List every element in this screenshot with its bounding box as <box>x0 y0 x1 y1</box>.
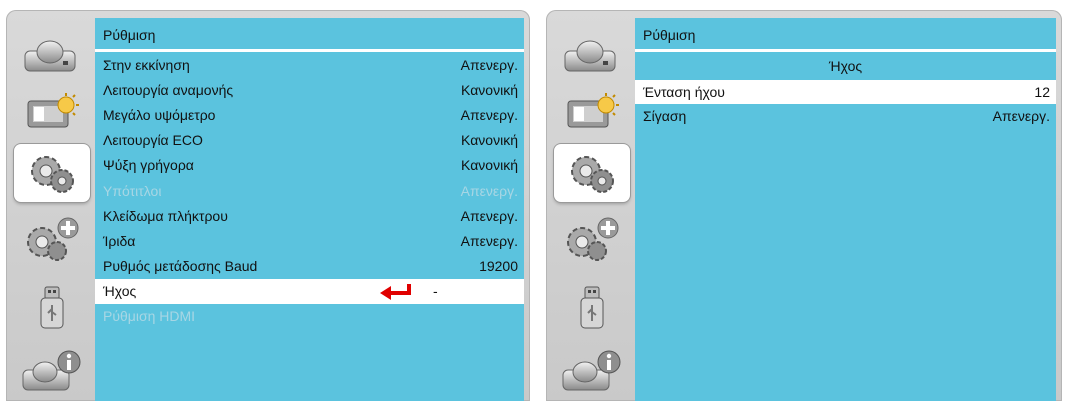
tab-usb[interactable] <box>14 280 90 336</box>
gears-icon <box>571 156 614 193</box>
category-sidebar <box>6 10 94 401</box>
row-label: Λειτουργία αναμονής <box>103 81 234 98</box>
display-settings-icon <box>567 93 619 128</box>
tab-info[interactable] <box>14 346 90 396</box>
row-label: Ρυθμός μετάδοσης Baud <box>103 258 258 275</box>
gears-plus-icon <box>567 217 619 261</box>
menu-row-subtitles: Υπότιτλοι Απενεργ. <box>95 178 524 203</box>
category-sidebar <box>546 10 634 401</box>
row-value: 19200 <box>479 258 518 275</box>
tab-setup[interactable] <box>14 144 90 202</box>
gears-plus-icon <box>27 217 79 261</box>
menu-row-eco-mode[interactable]: Λειτουργία ECO Κανονική <box>95 128 524 153</box>
tab-display[interactable] <box>554 87 630 137</box>
menu-title: Ρύθμιση <box>95 18 524 52</box>
menu-row-key-lock[interactable]: Κλείδωμα πλήκτρου Απενεργ. <box>95 203 524 228</box>
tab-picture[interactable] <box>554 30 630 80</box>
menu-row-fast-cooling[interactable]: Ψύξη γρήγορα Κανονική <box>95 153 524 178</box>
menu-row-iris[interactable]: Ίριδα Απενεργ. <box>95 228 524 253</box>
row-value: - <box>433 283 438 300</box>
sound-menu-list: Ρύθμιση Ήχος Ένταση ήχου 12 Σίγαση Απενε… <box>635 18 1056 401</box>
sound-submenu-panel: Ρύθμιση Ήχος Ένταση ήχου 12 Σίγαση Απενε… <box>546 10 1062 401</box>
setup-menu-list: Ρύθμιση Στην εκκίνηση Απενεργ. Λειτουργί… <box>95 18 524 401</box>
menu-row-standby-mode[interactable]: Λειτουργία αναμονής Κανονική <box>95 77 524 102</box>
row-value: Απενεργ. <box>460 207 518 224</box>
info-icon <box>562 350 621 391</box>
tab-usb[interactable] <box>554 280 630 336</box>
row-label: Κλείδωμα πλήκτρου <box>103 207 228 224</box>
row-label: Ρύθμιση HDMI <box>103 308 196 325</box>
tab-advanced-setup[interactable] <box>14 210 90 270</box>
tab-advanced-setup[interactable] <box>554 210 630 270</box>
row-value: Απενεργ. <box>460 56 518 73</box>
row-value: Απενεργ. <box>460 106 518 123</box>
camera-icon <box>24 40 76 72</box>
row-value: Κανονική <box>461 81 518 98</box>
tab-picture[interactable] <box>14 30 90 80</box>
display-settings-icon <box>27 93 79 128</box>
tab-info[interactable] <box>554 346 630 396</box>
tab-setup[interactable] <box>554 144 630 202</box>
menu-row-high-altitude[interactable]: Μεγάλο υψόμετρο Απενεργ. <box>95 102 524 127</box>
row-label: Σίγαση <box>643 108 687 124</box>
row-label: Ήχος <box>103 283 137 300</box>
camera-icon <box>564 40 616 72</box>
row-label: Ψύξη γρήγορα <box>103 157 194 174</box>
info-icon <box>22 350 81 391</box>
row-value: Απενεργ. <box>992 108 1050 124</box>
tab-display[interactable] <box>14 87 90 137</box>
menu-row-baud-rate[interactable]: Ρυθμός μετάδοσης Baud 19200 <box>95 254 524 279</box>
row-value: 12 <box>1034 84 1050 100</box>
usb-icon <box>40 286 64 329</box>
row-label: Ένταση ήχου <box>643 84 725 100</box>
submenu-title: Ήχος <box>828 58 863 74</box>
gears-icon <box>31 156 74 193</box>
usb-icon <box>580 286 604 329</box>
row-value: Κανονική <box>461 132 518 149</box>
menu-row-hdmi-setup: Ρύθμιση HDMI <box>95 304 524 329</box>
row-value: Κανονική <box>461 157 518 174</box>
row-value: Απενεργ. <box>460 182 518 199</box>
row-label: Υπότιτλοι <box>103 182 162 199</box>
row-label: Ίριδα <box>103 232 136 249</box>
row-label: Λειτουργία ECO <box>103 132 203 149</box>
row-label: Μεγάλο υψόμετρο <box>103 106 216 123</box>
row-value: Απενεργ. <box>460 232 518 249</box>
menu-row-startup[interactable]: Στην εκκίνηση Απενεργ. <box>95 52 524 77</box>
menu-title: Ρύθμιση <box>635 18 1056 52</box>
menu-row-mute[interactable]: Σίγαση Απενεργ. <box>635 104 1056 128</box>
row-label: Στην εκκίνηση <box>103 56 190 73</box>
menu-row-volume[interactable]: Ένταση ήχου 12 <box>635 80 1056 104</box>
setup-menu-panel: Ρύθμιση Στην εκκίνηση Απενεργ. Λειτουργί… <box>6 10 530 401</box>
enter-arrow-icon <box>380 283 411 300</box>
menu-row-sound[interactable]: Ήχος - <box>95 278 524 304</box>
